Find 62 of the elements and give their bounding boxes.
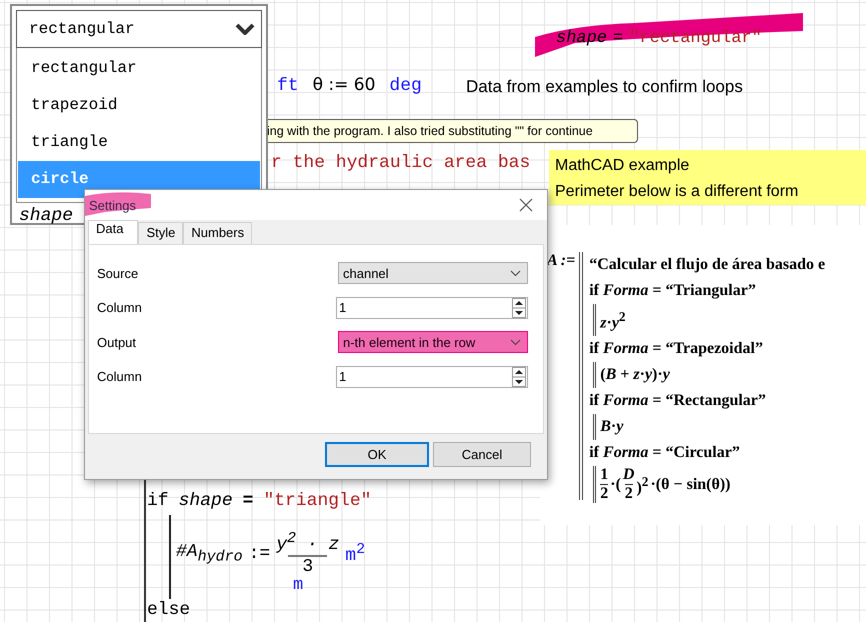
assignment-symbol: A := xyxy=(547,252,576,271)
variable-name: shape xyxy=(18,206,74,226)
condition-line: if Forma = “Triangular” xyxy=(589,281,757,301)
close-icon[interactable] xyxy=(519,198,533,212)
expression-line: B·y xyxy=(593,414,826,440)
assignment-symbol: := xyxy=(248,544,270,564)
expression-line: (B + z·y)·y xyxy=(593,362,826,388)
dropdown-option[interactable]: triangle xyxy=(18,124,260,161)
variable-name: shape xyxy=(178,491,233,511)
variable-name: #A$_{hydro}$ xyxy=(176,542,243,566)
text-note: Data from examples to confirm loops xyxy=(466,77,743,97)
note-line: MathCAD example xyxy=(555,156,690,176)
condition-line: if Forma = “Circular” xyxy=(589,443,741,464)
denominator: 2 xyxy=(600,484,608,504)
highlighter-stroke xyxy=(85,192,151,216)
keyword: if xyxy=(147,491,169,511)
dropdown-option[interactable]: rectangular xyxy=(18,50,260,87)
numerator: 1 xyxy=(600,466,608,484)
dialog-title: Settings xyxy=(89,198,136,212)
comment-text: r the hydraulic area bas xyxy=(271,153,530,173)
expression-line: z·y$^{2}$ xyxy=(593,304,826,336)
numerator: y$^{2}$ · z xyxy=(276,530,340,555)
string-line: “Calcular el flujo de área basado e xyxy=(589,255,826,275)
tab[interactable]: Numbers xyxy=(183,222,252,244)
dropdown-field[interactable]: n-th element in the row xyxy=(338,331,528,354)
chevron-down-icon xyxy=(235,23,255,35)
dialog-button[interactable]: OK xyxy=(325,442,429,467)
tab[interactable]: Data xyxy=(88,220,138,244)
unit-label: m$^{2}$ xyxy=(345,541,366,566)
tab[interactable]: Style xyxy=(138,222,184,244)
numerator: D xyxy=(622,466,634,484)
unit-label: ft xyxy=(277,76,299,96)
equals-sign: = xyxy=(242,491,254,511)
string-value: "rectangular" xyxy=(629,29,762,48)
field-label: Source xyxy=(97,266,138,281)
unit-label: m xyxy=(293,576,304,595)
dot-operator: ·( xyxy=(610,474,621,495)
expression-tail: ·(θ − sin(θ)) xyxy=(650,474,731,495)
denominator: 2 xyxy=(624,484,633,504)
condition-line: if Forma = “Trapezoidal” xyxy=(589,339,764,360)
theta-definition: θ := 60 xyxy=(312,75,376,95)
field-label: Column xyxy=(97,369,142,384)
dialog-button[interactable]: Cancel xyxy=(433,442,531,467)
number-spinner[interactable]: 1 xyxy=(336,366,528,388)
field-label: Output xyxy=(97,334,136,350)
number-spinner[interactable]: 1 xyxy=(336,296,528,319)
paren-exponent: )$^{2}$ xyxy=(636,472,648,498)
chevron-down-icon xyxy=(510,270,521,277)
dropdown-select[interactable]: rectangular xyxy=(16,10,262,48)
denominator: 3 xyxy=(288,555,328,577)
dropdown-field[interactable]: channel xyxy=(338,262,528,284)
unit-label: deg xyxy=(389,76,422,96)
dropdown-option[interactable]: trapezoid xyxy=(18,87,260,124)
condition-line: if Forma = “Rectangular” xyxy=(589,391,767,412)
field-label: Column xyxy=(97,300,142,316)
string-value: "triangle" xyxy=(263,491,372,511)
note-line: Perimeter below is a different form xyxy=(555,182,800,202)
equals-sign: = xyxy=(613,29,624,48)
chevron-down-icon xyxy=(510,338,521,346)
keyword: else xyxy=(147,600,190,620)
spinner-arrows-icon xyxy=(512,298,526,318)
spinner-arrows-icon xyxy=(512,366,526,387)
